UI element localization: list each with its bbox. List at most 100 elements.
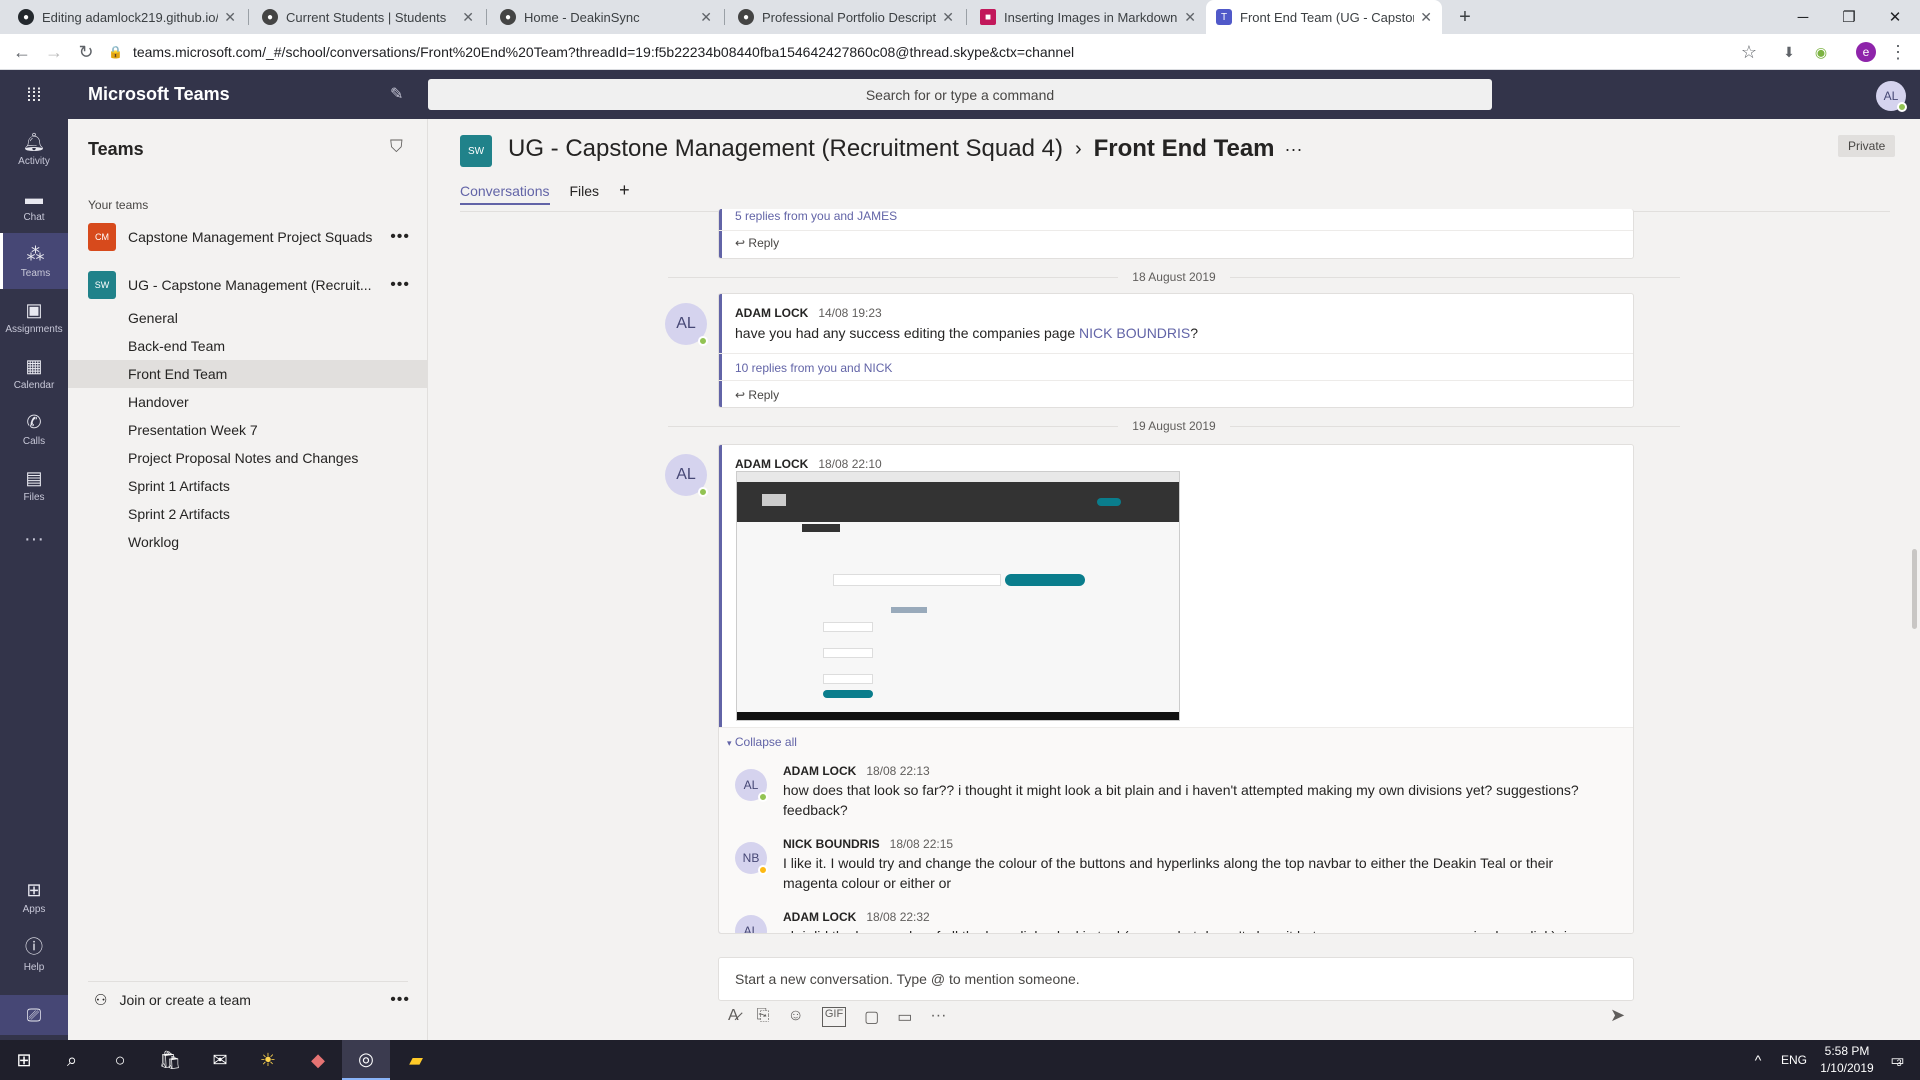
browser-tab[interactable]: ● Editing adamlock219.github.io/2( ✕ [8,0,246,34]
channel-project-proposal[interactable]: Project Proposal Notes and Changes [68,444,428,472]
message-suffix: ? [1190,325,1199,341]
tab-files[interactable]: Files [570,183,600,205]
more-options-icon[interactable]: ··· [1285,139,1303,160]
author-name[interactable]: ADAM LOCK [735,306,808,320]
author-name[interactable]: NICK BOUNDRIS [783,837,880,851]
folder-icon[interactable]: ▰ [392,1040,440,1080]
user-avatar[interactable]: AL [1876,81,1907,112]
search-input[interactable]: Search for or type a command [428,79,1492,110]
channel-presentation-week-7[interactable]: Presentation Week 7 [68,416,428,444]
browser-tab[interactable]: ■ Inserting Images in Markdown Je ✕ [970,0,1206,34]
more-options-icon[interactable]: ••• [390,276,410,294]
more-options-icon[interactable]: ••• [390,228,410,246]
language-indicator[interactable]: ENG [1770,1040,1818,1080]
compose-input[interactable]: Start a new conversation. Type @ to ment… [718,957,1634,1001]
browser-tab[interactable]: ● Home - DeakinSync ✕ [490,0,722,34]
author-name[interactable]: ADAM LOCK [735,457,808,471]
join-create-team-button[interactable]: ⚇ Join or create a team ••• [68,979,428,1021]
appbar-calls[interactable]: ✆ Calls [0,401,68,457]
extension-icon[interactable]: ⬇ [1773,34,1805,70]
new-tab-button[interactable]: + [1448,0,1482,34]
reply-button[interactable]: ↩ Reply [735,388,779,402]
replies-link[interactable]: 5 replies from you and JAMES [735,209,897,223]
format-icon[interactable]: A̷ [728,1007,739,1027]
close-icon[interactable]: ✕ [1184,9,1196,26]
replies-link[interactable]: 10 replies from you and NICK [735,361,892,375]
close-window-button[interactable]: ✕ [1872,0,1918,34]
extension-q-icon[interactable]: ◉ [1805,34,1837,70]
team-item-ug-capstone[interactable]: SW UG - Capstone Management (Recruit... … [68,265,428,305]
close-icon[interactable]: ✕ [700,9,712,26]
back-icon[interactable]: ← [6,34,38,70]
send-icon[interactable]: ➤ [1610,1005,1625,1026]
reload-icon[interactable]: ↻ [70,34,102,70]
appbar-teams[interactable]: ⁂ Teams [0,233,68,289]
search-icon[interactable]: ⌕ [48,1040,96,1080]
close-icon[interactable]: ✕ [462,9,474,26]
scrollbar-thumb[interactable] [1912,549,1917,629]
author-name[interactable]: ADAM LOCK [783,910,856,924]
cortana-icon[interactable]: ○ [96,1040,144,1080]
avatar[interactable]: NB [735,842,768,875]
appbar-help[interactable]: ⓘ Help [0,925,68,981]
browser-tab-active[interactable]: T Front End Team (UG - Capstone ✕ [1206,0,1442,34]
mention[interactable]: NICK BOUNDRIS [1079,325,1190,341]
more-options-icon[interactable]: ··· [930,1007,946,1027]
channel-general[interactable]: General [68,304,428,332]
avatar[interactable]: AL [665,303,708,346]
reply-button[interactable]: ↩ Reply [735,236,779,250]
appbar-calendar[interactable]: ▦ Calendar [0,345,68,401]
download-app-icon[interactable]: ⎚ [0,995,68,1035]
emoji-icon[interactable]: ☺ [787,1007,803,1027]
filter-icon[interactable]: ⛉ [390,137,403,157]
author-name[interactable]: ADAM LOCK [783,764,856,778]
game-icon[interactable]: ◆ [294,1040,342,1080]
channel-front-end-team[interactable]: Front End Team [68,360,428,388]
breadcrumb-team[interactable]: UG - Capstone Management (Recruitment Sq… [508,135,1063,163]
channel-sprint-2[interactable]: Sprint 2 Artifacts [68,500,428,528]
team-item-capstone-squads[interactable]: CM Capstone Management Project Squads ••… [68,217,428,257]
channel-back-end-team[interactable]: Back-end Team [68,332,428,360]
windows-start-icon[interactable]: ⊞ [0,1040,48,1080]
app-launcher-icon[interactable]: ⁞⁞⁞ [20,84,48,106]
appbar-chat[interactable]: ▬ Chat [0,177,68,233]
close-icon[interactable]: ✕ [1420,9,1432,26]
tab-conversations[interactable]: Conversations [460,183,550,205]
channel-handover[interactable]: Handover [68,388,428,416]
appbar-assignments[interactable]: ▣ Assignments [0,289,68,345]
avatar[interactable]: AL [735,769,768,802]
more-options-icon[interactable]: ••• [390,991,410,1009]
browser-tab[interactable]: ● Current Students | Students ✕ [252,0,484,34]
url-field[interactable]: 🔒 teams.microsoft.com/_#/school/conversa… [108,38,1783,66]
forward-icon[interactable]: → [38,34,70,70]
browser-tab[interactable]: ● Professional Portfolio Descriptio ✕ [728,0,964,34]
channel-worklog[interactable]: Worklog [68,528,428,556]
appbar-apps[interactable]: ⊞ Apps [0,869,68,925]
add-tab-icon[interactable]: + [619,181,630,205]
profile-button[interactable]: e [1850,34,1882,70]
collapse-all-button[interactable]: ▾ Collapse all [727,735,797,749]
appbar-files[interactable]: ▤ Files [0,457,68,513]
minimize-button[interactable]: ─ [1780,0,1826,34]
notifications-icon[interactable]: ▭ 3 [1872,1040,1920,1080]
browser-menu-icon[interactable]: ⋮ [1882,34,1914,70]
chrome-icon[interactable]: ◎ [342,1040,390,1080]
meet-now-icon[interactable]: ▭ [897,1007,912,1027]
sticker-icon[interactable]: ▢ [864,1007,879,1027]
screenshot-image[interactable] [736,471,1180,721]
mail-icon[interactable]: ✉ [196,1040,244,1080]
more-apps-icon[interactable]: ··· [0,511,68,567]
store-icon[interactable]: 🛍︎ [146,1040,194,1080]
avatar[interactable]: AL [665,454,708,497]
close-icon[interactable]: ✕ [224,9,236,26]
attach-icon[interactable]: ⎘ [757,1007,770,1027]
close-icon[interactable]: ✕ [942,9,954,26]
bookmark-star-icon[interactable]: ☆ [1733,34,1765,70]
appbar-activity[interactable]: 🔔︎ Activity [0,121,68,177]
maximize-button[interactable]: ❐ [1826,0,1872,34]
new-chat-icon[interactable]: ✎ [390,84,403,104]
appbar-label: Calendar [13,379,55,391]
weather-icon[interactable]: ☀ [244,1040,292,1080]
gif-icon[interactable]: GIF [821,1007,847,1027]
channel-sprint-1[interactable]: Sprint 1 Artifacts [68,472,428,500]
